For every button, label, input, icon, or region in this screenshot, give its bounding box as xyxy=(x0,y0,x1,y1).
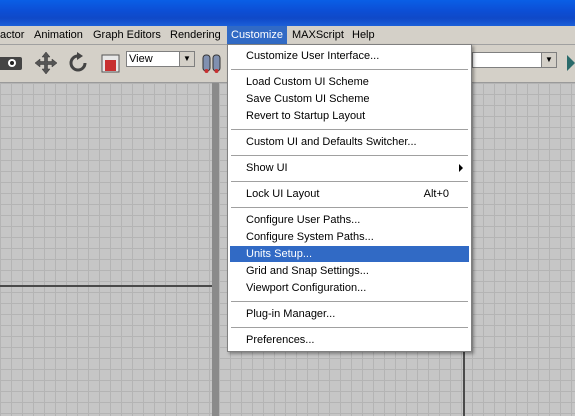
menu-maxscript[interactable]: MAXScript xyxy=(288,26,348,44)
menu-item-configure-system-paths[interactable]: Configure System Paths... xyxy=(230,229,469,245)
use-pivot-icon[interactable] xyxy=(201,51,225,75)
window-title-bar xyxy=(0,0,575,26)
menu-item-configure-user-paths[interactable]: Configure User Paths... xyxy=(230,212,469,228)
menu-separator xyxy=(231,327,468,328)
chevron-down-icon: ▼ xyxy=(541,53,556,67)
menu-item-plugin-manager[interactable]: Plug-in Manager... xyxy=(230,306,469,322)
reference-coord-dropdown[interactable]: View ▼ xyxy=(126,51,195,67)
menu-item-load-custom-ui-scheme[interactable]: Load Custom UI Scheme xyxy=(230,74,469,90)
menu-item-show-ui[interactable]: Show UI xyxy=(230,160,469,176)
menu-item-lock-ui-layout[interactable]: Lock UI Layout Alt+0 xyxy=(230,186,469,202)
reference-coord-value: View xyxy=(129,53,153,65)
menu-bar: actor Animation Graph Editors Rendering … xyxy=(0,26,575,45)
viewport-divider-vertical[interactable] xyxy=(212,83,219,416)
menu-item-shortcut: Alt+0 xyxy=(423,188,449,200)
customize-menu: Customize User Interface... Load Custom … xyxy=(227,44,472,352)
select-region-icon[interactable] xyxy=(0,51,24,75)
menu-separator xyxy=(231,207,468,208)
viewport-grid-axis xyxy=(0,285,212,287)
menu-separator xyxy=(231,155,468,156)
menu-separator xyxy=(231,69,468,70)
viewport-left[interactable] xyxy=(0,83,212,416)
menu-rendering[interactable]: Rendering xyxy=(166,26,225,44)
menu-item-customize-user-interface[interactable]: Customize User Interface... xyxy=(230,48,469,64)
move-icon[interactable] xyxy=(34,51,58,75)
menu-item-revert-startup-layout[interactable]: Revert to Startup Layout xyxy=(230,108,469,124)
menu-customize[interactable]: Customize xyxy=(227,26,287,44)
menu-item-label: Show UI xyxy=(246,162,288,174)
menu-graph-editors[interactable]: Graph Editors xyxy=(89,26,165,44)
menu-item-label: Lock UI Layout xyxy=(246,188,320,200)
menu-item-grid-snap-settings[interactable]: Grid and Snap Settings... xyxy=(230,263,469,279)
menu-separator xyxy=(231,181,468,182)
menu-separator xyxy=(231,129,468,130)
menu-item-preferences[interactable]: Preferences... xyxy=(230,332,469,348)
submenu-arrow-icon xyxy=(459,164,463,172)
menu-item-viewport-configuration[interactable]: Viewport Configuration... xyxy=(230,280,469,296)
chevron-down-icon: ▼ xyxy=(179,52,194,66)
rotate-icon[interactable] xyxy=(66,51,90,75)
menu-animation[interactable]: Animation xyxy=(30,26,87,44)
menu-item-save-custom-ui-scheme[interactable]: Save Custom UI Scheme xyxy=(230,91,469,107)
scale-icon[interactable] xyxy=(99,51,123,75)
menu-item-ui-defaults-switcher[interactable]: Custom UI and Defaults Switcher... xyxy=(230,134,469,150)
menu-reactor[interactable]: actor xyxy=(0,26,28,44)
toolbar-more-icon[interactable] xyxy=(563,51,575,75)
named-selection-dropdown[interactable]: ▼ xyxy=(472,52,557,68)
menu-item-units-setup[interactable]: Units Setup... xyxy=(230,246,469,262)
menu-help[interactable]: Help xyxy=(348,26,379,44)
menu-separator xyxy=(231,301,468,302)
